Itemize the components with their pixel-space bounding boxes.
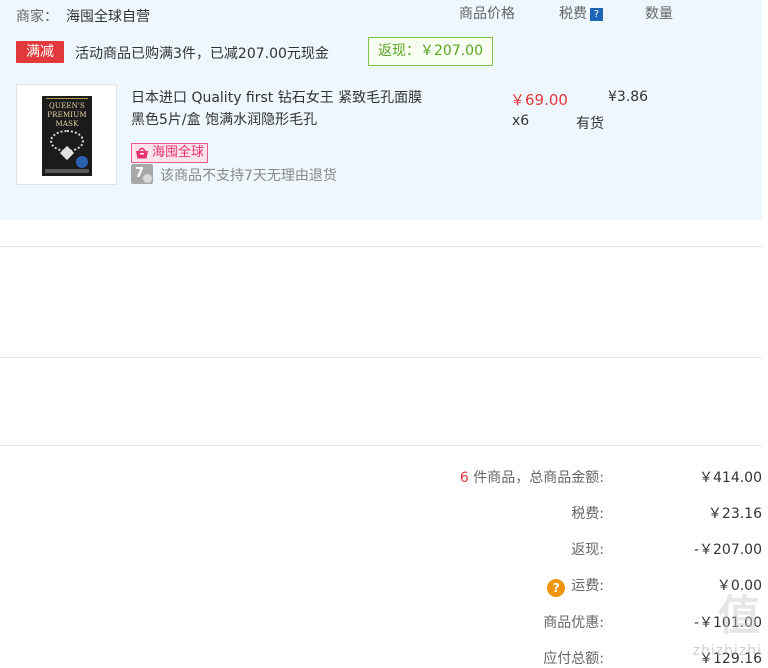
merchant-name[interactable]: 海囤全球自营	[66, 6, 150, 26]
no-return-notice: 该商品不支持7天无理由退货	[160, 168, 337, 184]
basket-icon	[136, 147, 148, 159]
thumb-line-3: MASK	[55, 120, 79, 128]
stock-status: 有货	[576, 116, 604, 132]
divider	[0, 357, 762, 358]
divider	[0, 445, 762, 446]
summary-rebate-value: -￥207.00	[693, 542, 762, 558]
summary-payable-label: 应付总额:	[543, 651, 604, 667]
summary-total-value: ￥414.00	[699, 470, 762, 486]
haitao-tag-label: 海囤全球	[152, 145, 205, 160]
tax-help-icon[interactable]: ?	[590, 8, 603, 21]
watermark-text: zhizhizhi	[692, 643, 762, 659]
shipping-help-icon[interactable]: ?	[547, 579, 566, 597]
summary-shipping-label: ? 运费:	[547, 575, 604, 597]
product-title-line-2[interactable]: 黑色5片/盒 饱满水润隐形毛孔	[131, 109, 317, 129]
summary-tax-value: ￥23.16	[707, 506, 762, 522]
watermark: 值 zhizhizhi	[692, 591, 762, 659]
column-header-tax: 税费?	[559, 3, 603, 23]
summary-count-label: 6 件商品，总商品金额:	[459, 470, 604, 486]
summary-discount-label: 商品优惠:	[543, 615, 604, 631]
merchant-label: 商家：	[16, 9, 58, 25]
rebate-box: 返现：￥207.00	[368, 37, 493, 66]
column-header-quantity: 数量	[645, 6, 673, 22]
divider	[0, 246, 762, 247]
label-strip	[45, 169, 89, 173]
product-title-line-1[interactable]: 日本进口 Quality first 钻石女王 紧致毛孔面膜	[131, 87, 422, 107]
product-quantity: x6	[512, 113, 530, 129]
haitao-global-tag: 海囤全球	[131, 143, 209, 163]
watermark-logo: 值	[717, 591, 762, 640]
thumb-line-1: QUEEN'S	[48, 102, 86, 110]
summary-rebate-label: 返现:	[571, 542, 604, 558]
product-thumbnail[interactable]: QUEEN'S PREMIUM MASK	[16, 84, 117, 185]
product-tax: ¥3.86	[608, 89, 649, 105]
full-reduction-badge: 满减	[16, 41, 64, 63]
summary-tax-label: 税费:	[571, 506, 604, 522]
no-7day-return-icon: 7	[131, 164, 153, 184]
product-price: ￥69.00	[510, 91, 568, 109]
seal-graphic	[76, 156, 88, 168]
thumb-line-2: PREMIUM	[47, 111, 87, 119]
promo-text: 活动商品已购满3件，已减207.00元现金	[75, 46, 329, 62]
mask-product-image: QUEEN'S PREMIUM MASK	[42, 96, 92, 176]
column-header-price: 商品价格	[459, 6, 515, 22]
